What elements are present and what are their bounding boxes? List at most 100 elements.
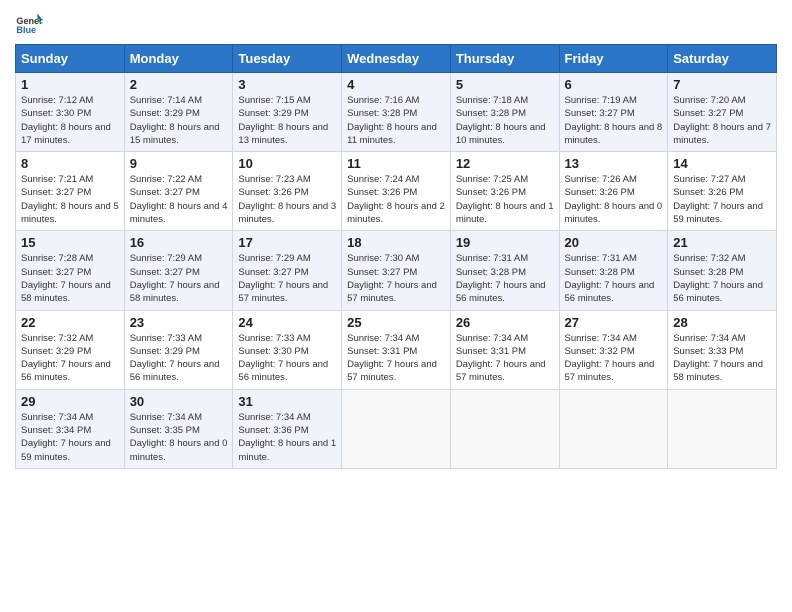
day-number: 8 (21, 156, 119, 171)
day-info: Sunrise: 7:34 AMSunset: 3:36 PMDaylight:… (238, 411, 336, 464)
calendar-week-3: 15 Sunrise: 7:28 AMSunset: 3:27 PMDayligh… (16, 231, 777, 310)
calendar-cell: 27Sunrise: 7:34 AMSunset: 3:32 PMDayligh… (559, 310, 668, 389)
calendar-cell: 24 Sunrise: 7:33 AMSunset: 3:30 PMDayligh… (233, 310, 342, 389)
day-number: 16 (130, 235, 228, 250)
weekday-header-saturday: Saturday (668, 45, 777, 73)
day-number: 22 (21, 315, 119, 330)
day-number: 13 (565, 156, 663, 171)
day-info: Sunrise: 7:16 AMSunset: 3:28 PMDaylight:… (347, 94, 445, 147)
day-info: Sunrise: 7:28 AMSunset: 3:27 PMDaylight:… (21, 252, 119, 305)
day-number: 9 (130, 156, 228, 171)
day-info: Sunrise: 7:19 AMSunset: 3:27 PMDaylight:… (565, 94, 663, 147)
day-number: 11 (347, 156, 445, 171)
day-number: 18 (347, 235, 445, 250)
day-info: Sunrise: 7:34 AMSunset: 3:33 PMDaylight:… (673, 332, 771, 385)
day-number: 21 (673, 235, 771, 250)
day-number: 10 (238, 156, 336, 171)
day-number: 23 (130, 315, 228, 330)
day-number: 19 (456, 235, 554, 250)
day-info: Sunrise: 7:32 AMSunset: 3:29 PMDaylight:… (21, 332, 119, 385)
day-info: Sunrise: 7:22 AMSunset: 3:27 PMDaylight:… (130, 173, 228, 226)
calendar-cell: 17 Sunrise: 7:29 AMSunset: 3:27 PMDayligh… (233, 231, 342, 310)
weekday-header-friday: Friday (559, 45, 668, 73)
day-info: Sunrise: 7:15 AMSunset: 3:29 PMDaylight:… (238, 94, 336, 147)
day-info: Sunrise: 7:32 AMSunset: 3:28 PMDaylight:… (673, 252, 771, 305)
calendar-cell: 1 Sunrise: 7:12 AMSunset: 3:30 PMDaylight… (16, 73, 125, 152)
day-number: 28 (673, 315, 771, 330)
day-info: Sunrise: 7:25 AMSunset: 3:26 PMDaylight:… (456, 173, 554, 226)
day-info: Sunrise: 7:30 AMSunset: 3:27 PMDaylight:… (347, 252, 445, 305)
calendar-cell: 2Sunrise: 7:14 AMSunset: 3:29 PMDaylight… (124, 73, 233, 152)
calendar-cell: 6 Sunrise: 7:19 AMSunset: 3:27 PMDaylight… (559, 73, 668, 152)
calendar-cell (342, 389, 451, 468)
calendar-cell: 20 Sunrise: 7:31 AMSunset: 3:28 PMDayligh… (559, 231, 668, 310)
day-number: 4 (347, 77, 445, 92)
day-number: 20 (565, 235, 663, 250)
calendar-cell: 10 Sunrise: 7:23 AMSunset: 3:26 PMDayligh… (233, 152, 342, 231)
calendar-cell (559, 389, 668, 468)
day-info: Sunrise: 7:33 AMSunset: 3:30 PMDaylight:… (238, 332, 336, 385)
calendar-cell: 19 Sunrise: 7:31 AMSunset: 3:28 PMDayligh… (450, 231, 559, 310)
calendar-cell (450, 389, 559, 468)
calendar-cell: 8Sunrise: 7:21 AMSunset: 3:27 PMDaylight… (16, 152, 125, 231)
calendar-cell: 15 Sunrise: 7:28 AMSunset: 3:27 PMDayligh… (16, 231, 125, 310)
day-number: 7 (673, 77, 771, 92)
day-info: Sunrise: 7:12 AMSunset: 3:30 PMDaylight:… (21, 94, 119, 147)
calendar-cell: 30 Sunrise: 7:34 AMSunset: 3:35 PMDayligh… (124, 389, 233, 468)
day-info: Sunrise: 7:34 AMSunset: 3:32 PMDaylight:… (565, 332, 663, 385)
calendar-cell: 12 Sunrise: 7:25 AMSunset: 3:26 PMDayligh… (450, 152, 559, 231)
calendar-cell: 26 Sunrise: 7:34 AMSunset: 3:31 PMDayligh… (450, 310, 559, 389)
svg-text:Blue: Blue (16, 25, 36, 35)
logo: General Blue (15, 10, 47, 38)
calendar-cell: 23 Sunrise: 7:33 AMSunset: 3:29 PMDayligh… (124, 310, 233, 389)
calendar-cell: 7Sunrise: 7:20 AMSunset: 3:27 PMDaylight… (668, 73, 777, 152)
calendar-cell (668, 389, 777, 468)
weekday-header-thursday: Thursday (450, 45, 559, 73)
weekday-header-wednesday: Wednesday (342, 45, 451, 73)
day-info: Sunrise: 7:34 AMSunset: 3:34 PMDaylight:… (21, 411, 119, 464)
calendar-table: SundayMondayTuesdayWednesdayThursdayFrid… (15, 44, 777, 469)
weekday-header-monday: Monday (124, 45, 233, 73)
logo-icon: General Blue (15, 10, 43, 38)
day-info: Sunrise: 7:34 AMSunset: 3:31 PMDaylight:… (347, 332, 445, 385)
days-of-week-row: SundayMondayTuesdayWednesdayThursdayFrid… (16, 45, 777, 73)
calendar-week-1: 1 Sunrise: 7:12 AMSunset: 3:30 PMDaylight… (16, 73, 777, 152)
day-info: Sunrise: 7:31 AMSunset: 3:28 PMDaylight:… (456, 252, 554, 305)
day-number: 5 (456, 77, 554, 92)
day-info: Sunrise: 7:31 AMSunset: 3:28 PMDaylight:… (565, 252, 663, 305)
day-number: 2 (130, 77, 228, 92)
day-number: 12 (456, 156, 554, 171)
day-info: Sunrise: 7:34 AMSunset: 3:31 PMDaylight:… (456, 332, 554, 385)
calendar-cell: 9 Sunrise: 7:22 AMSunset: 3:27 PMDaylight… (124, 152, 233, 231)
day-info: Sunrise: 7:23 AMSunset: 3:26 PMDaylight:… (238, 173, 336, 226)
calendar-cell: 22 Sunrise: 7:32 AMSunset: 3:29 PMDayligh… (16, 310, 125, 389)
day-number: 24 (238, 315, 336, 330)
day-number: 17 (238, 235, 336, 250)
calendar-cell: 11 Sunrise: 7:24 AMSunset: 3:26 PMDayligh… (342, 152, 451, 231)
day-info: Sunrise: 7:34 AMSunset: 3:35 PMDaylight:… (130, 411, 228, 464)
calendar-cell: 3 Sunrise: 7:15 AMSunset: 3:29 PMDaylight… (233, 73, 342, 152)
calendar-cell: 5 Sunrise: 7:18 AMSunset: 3:28 PMDaylight… (450, 73, 559, 152)
day-number: 6 (565, 77, 663, 92)
day-number: 3 (238, 77, 336, 92)
calendar-week-2: 8Sunrise: 7:21 AMSunset: 3:27 PMDaylight… (16, 152, 777, 231)
calendar-week-5: 29Sunrise: 7:34 AMSunset: 3:34 PMDayligh… (16, 389, 777, 468)
calendar-cell: 14Sunrise: 7:27 AMSunset: 3:26 PMDayligh… (668, 152, 777, 231)
calendar-cell: 28 Sunrise: 7:34 AMSunset: 3:33 PMDayligh… (668, 310, 777, 389)
page-header: General Blue (15, 10, 777, 38)
day-info: Sunrise: 7:29 AMSunset: 3:27 PMDaylight:… (238, 252, 336, 305)
weekday-header-sunday: Sunday (16, 45, 125, 73)
day-number: 1 (21, 77, 119, 92)
day-number: 15 (21, 235, 119, 250)
day-number: 30 (130, 394, 228, 409)
day-number: 26 (456, 315, 554, 330)
calendar-cell: 18 Sunrise: 7:30 AMSunset: 3:27 PMDayligh… (342, 231, 451, 310)
day-info: Sunrise: 7:18 AMSunset: 3:28 PMDaylight:… (456, 94, 554, 147)
day-info: Sunrise: 7:24 AMSunset: 3:26 PMDaylight:… (347, 173, 445, 226)
day-number: 31 (238, 394, 336, 409)
calendar-cell: 29Sunrise: 7:34 AMSunset: 3:34 PMDayligh… (16, 389, 125, 468)
calendar-cell: 16Sunrise: 7:29 AMSunset: 3:27 PMDayligh… (124, 231, 233, 310)
calendar-week-4: 22 Sunrise: 7:32 AMSunset: 3:29 PMDayligh… (16, 310, 777, 389)
day-info: Sunrise: 7:27 AMSunset: 3:26 PMDaylight:… (673, 173, 771, 226)
day-info: Sunrise: 7:33 AMSunset: 3:29 PMDaylight:… (130, 332, 228, 385)
